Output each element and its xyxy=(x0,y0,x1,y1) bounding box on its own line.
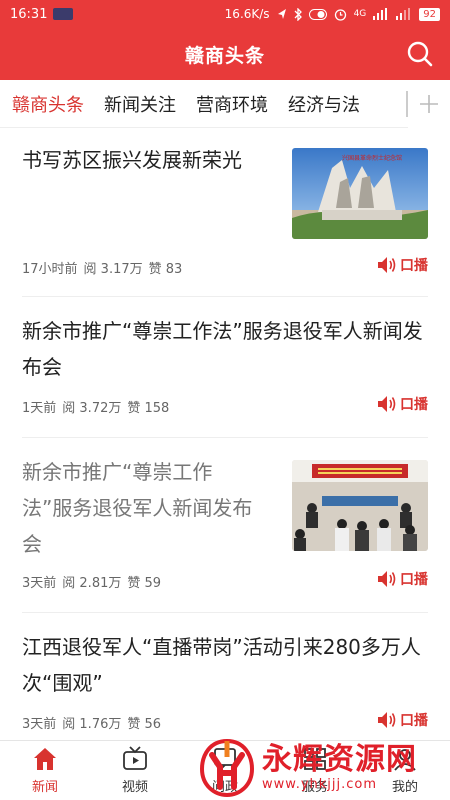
app-header: 赣商头条 xyxy=(0,28,450,80)
news-time: 17小时前 xyxy=(22,262,78,277)
news-time: 3天前 xyxy=(22,576,57,591)
news-title: 书写苏区振兴发展新荣光 xyxy=(22,148,242,172)
speaker-icon xyxy=(378,571,396,587)
news-item[interactable]: 江西退役军人“直播带岗”活动引来280多万人次“围观” 3天前 阅 1.76万 … xyxy=(22,613,428,740)
toggle-icon xyxy=(308,8,327,20)
app-title: 赣商头条 xyxy=(184,44,265,67)
news-likes: 赞 83 xyxy=(148,262,183,277)
news-time: 1天前 xyxy=(22,401,57,416)
news-meta: 3天前 阅 2.81万 赞 59 xyxy=(22,572,161,591)
news-likes: 赞 158 xyxy=(127,401,170,416)
add-tab-button[interactable] xyxy=(408,79,450,128)
nav-label: 新闻 xyxy=(31,780,58,795)
bluetooth-icon xyxy=(294,7,302,21)
nav-label: 视频 xyxy=(121,780,148,795)
status-bar: 16:31 16.6K/s 4G 92 xyxy=(0,0,450,28)
speaker-icon xyxy=(378,396,396,412)
speaker-icon xyxy=(378,257,396,273)
broadcast-button[interactable]: 口播 xyxy=(377,710,428,730)
notification-app-icon xyxy=(53,8,74,20)
news-item[interactable]: 新余市推广“尊崇工作法”服务退役军人新闻发布会 3天前 阅 2.81万 赞 59… xyxy=(22,438,428,613)
news-time: 3天前 xyxy=(22,717,57,732)
plus-icon xyxy=(420,94,438,113)
news-list: 书写苏区振兴发展新荣光 兴国县革命烈士纪念馆 17小时前 阅 3.17万 赞 8… xyxy=(0,128,450,740)
location-icon xyxy=(277,9,286,19)
watermark: 永辉资源网 www.yhkjjj.com xyxy=(196,735,450,800)
news-reads: 阅 1.76万 xyxy=(62,717,122,732)
category-tabs: 赣商头条 新闻关注 营商环境 经济与法 xyxy=(0,79,450,128)
watermark-url: www.yhkjjj.com xyxy=(262,777,378,792)
news-likes: 赞 56 xyxy=(127,717,162,732)
signal-type: 4G xyxy=(353,9,367,19)
broadcast-label: 口播 xyxy=(400,397,428,413)
broadcast-button[interactable]: 口播 xyxy=(377,569,428,589)
nav-video[interactable]: 视频 xyxy=(90,741,180,800)
news-thumbnail xyxy=(292,460,428,551)
tab-economy-law[interactable]: 经济与法 xyxy=(278,80,370,128)
news-meta: 1天前 阅 3.72万 赞 158 xyxy=(22,397,169,416)
nav-news[interactable]: 新闻 xyxy=(0,741,90,800)
news-reads: 阅 3.17万 xyxy=(83,262,143,277)
watermark-name: 永辉资源网 xyxy=(262,742,417,777)
tv-icon xyxy=(123,746,147,770)
watermark-text: 永辉资源网 www.yhkjjj.com xyxy=(262,742,417,793)
signal-2-icon xyxy=(396,8,411,20)
image-caption: 兴国县革命烈士纪念馆 xyxy=(342,154,402,162)
watermark-logo xyxy=(199,738,255,797)
news-reads: 阅 2.81万 xyxy=(62,576,122,591)
broadcast-label: 口播 xyxy=(400,258,428,274)
network-speed: 16.6K/s xyxy=(224,7,270,21)
tab-ganshang-headlines[interactable]: 赣商头条 xyxy=(2,80,94,128)
news-reads: 阅 3.72万 xyxy=(62,401,122,416)
tab-news-focus[interactable]: 新闻关注 xyxy=(94,80,186,128)
signal-icon xyxy=(373,8,388,20)
news-thumbnail: 兴国县革命烈士纪念馆 xyxy=(292,148,428,239)
news-likes: 赞 59 xyxy=(127,576,162,591)
home-icon xyxy=(34,748,56,770)
tabs-scroller[interactable]: 赣商头条 新闻关注 营商环境 经济与法 xyxy=(0,80,406,128)
news-title: 江西退役军人“直播带岗”活动引来280多万人次“围观” xyxy=(22,635,421,695)
news-meta: 17小时前 阅 3.17万 赞 83 xyxy=(22,258,182,277)
broadcast-label: 口播 xyxy=(400,713,428,729)
news-title: 新余市推广“尊崇工作法”服务退役军人新闻发布会 xyxy=(22,319,423,379)
alarm-icon xyxy=(334,8,346,21)
status-time: 16:31 xyxy=(10,6,48,22)
broadcast-button[interactable]: 口播 xyxy=(377,394,428,414)
news-item[interactable]: 新余市推广“尊崇工作法”服务退役军人新闻发布会 1天前 阅 3.72万 赞 15… xyxy=(22,297,428,438)
search-icon[interactable] xyxy=(406,40,434,68)
tab-business-environment[interactable]: 营商环境 xyxy=(186,80,278,128)
news-meta: 3天前 阅 1.76万 赞 56 xyxy=(22,713,161,732)
broadcast-button[interactable]: 口播 xyxy=(377,255,428,275)
speaker-icon xyxy=(378,712,396,728)
broadcast-label: 口播 xyxy=(400,572,428,588)
battery-icon: 92 xyxy=(419,7,440,21)
news-item[interactable]: 书写苏区振兴发展新荣光 兴国县革命烈士纪念馆 17小时前 阅 3.17万 赞 8… xyxy=(22,128,428,297)
news-title: 新余市推广“尊崇工作法”服务退役军人新闻发布会 xyxy=(22,460,253,556)
